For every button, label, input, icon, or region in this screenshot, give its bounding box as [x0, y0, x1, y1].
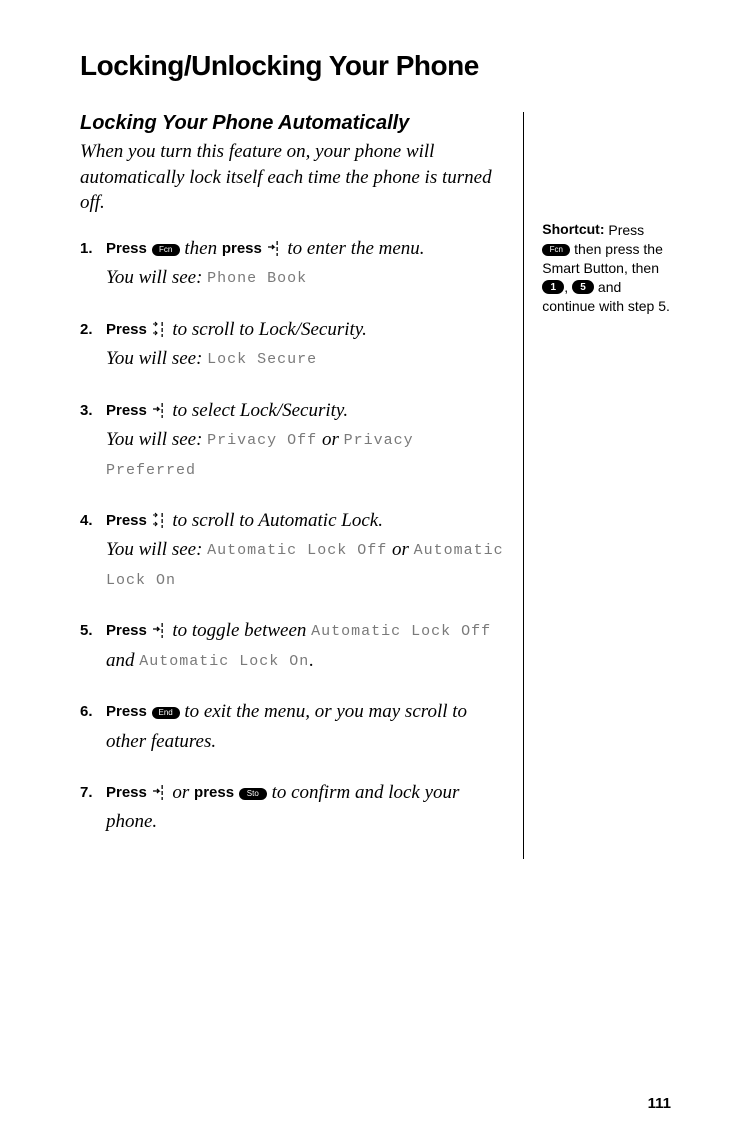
press-label: press: [222, 240, 262, 257]
intro-text: When you turn this feature on, your phon…: [80, 139, 504, 216]
you-will-see: You will see:: [106, 539, 207, 560]
screen-text: Phone Book: [207, 270, 307, 287]
press-label: Press: [106, 402, 147, 419]
or: or: [172, 782, 194, 803]
step-4: Press to scroll to Automatic Lock. You w…: [106, 506, 504, 594]
steps-list: Press Fcn then press to enter the menu. …: [80, 234, 504, 837]
period: .: [309, 650, 314, 671]
screen-text: Lock Secure: [207, 351, 317, 368]
one-button-icon: 1: [542, 280, 564, 294]
text: to toggle between: [172, 620, 311, 641]
press-label: Press: [106, 622, 147, 639]
five-button-icon: 5: [572, 280, 594, 294]
step-6: Press End to exit the menu, or you may s…: [106, 697, 504, 756]
right-dashed-icon: [152, 618, 168, 634]
screen-text: Automatic Lock On: [139, 653, 309, 670]
text: then: [184, 238, 221, 259]
screen-text: Automatic Lock Off: [311, 623, 491, 640]
screen-text: Privacy Off: [207, 432, 317, 449]
press-label: Press: [106, 321, 147, 338]
shortcut-label: Shortcut:: [542, 221, 604, 237]
column-divider: [522, 112, 524, 859]
fcn-button-icon: Fcn: [542, 244, 570, 256]
comma: ,: [564, 279, 572, 295]
text: to select Lock/Security.: [172, 400, 348, 421]
step-2: Press to scroll to Lock/Security. You wi…: [106, 315, 504, 374]
text: to scroll to Lock/Security.: [172, 319, 367, 340]
press-label: Press: [106, 703, 147, 720]
and: and: [106, 650, 139, 671]
you-will-see: You will see:: [106, 267, 207, 288]
step-1: Press Fcn then press to enter the menu. …: [106, 234, 504, 293]
fcn-button-icon: Fcn: [152, 244, 180, 256]
press-label: Press: [106, 784, 147, 801]
you-will-see: You will see:: [106, 429, 207, 450]
page-title: Locking/Unlocking Your Phone: [80, 50, 671, 82]
step-7: Press or press Sto to confirm and lock y…: [106, 778, 504, 837]
content: Locking Your Phone Automatically When yo…: [80, 112, 671, 859]
section-heading: Locking Your Phone Automatically: [80, 112, 504, 135]
text: to enter the menu.: [287, 238, 424, 259]
main-column: Locking Your Phone Automatically When yo…: [80, 112, 504, 859]
or: or: [317, 429, 343, 450]
shortcut-text: Press: [604, 222, 644, 238]
shortcut-sidebar: Shortcut: Press Fcn then press the Smart…: [542, 112, 671, 859]
page-number: 111: [648, 1095, 671, 1112]
right-dashed-icon: [267, 236, 283, 252]
updown-dashed-icon: [152, 317, 168, 333]
or: or: [387, 539, 413, 560]
end-button-icon: End: [152, 707, 180, 719]
press-label: press: [194, 784, 234, 801]
sto-button-icon: Sto: [239, 788, 267, 800]
you-will-see: You will see:: [106, 348, 207, 369]
step-3: Press to select Lock/Security. You will …: [106, 396, 504, 484]
screen-text: Automatic Lock Off: [207, 542, 387, 559]
step-5: Press to toggle between Automatic Lock O…: [106, 616, 504, 675]
press-label: Press: [106, 240, 147, 257]
right-dashed-icon: [152, 780, 168, 796]
press-label: Press: [106, 512, 147, 529]
updown-dashed-icon: [152, 508, 168, 524]
right-dashed-icon: [152, 398, 168, 414]
text: to scroll to Automatic Lock.: [172, 510, 383, 531]
